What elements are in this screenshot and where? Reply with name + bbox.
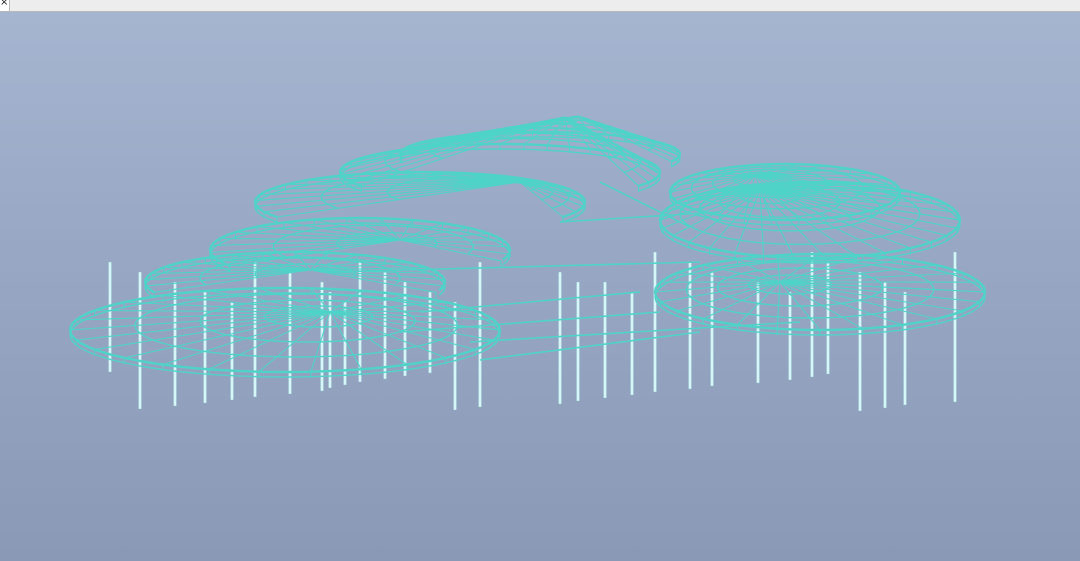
radial-rafter — [277, 181, 521, 218]
column — [558, 271, 562, 405]
column — [173, 281, 177, 407]
app-window: × — [0, 0, 1080, 561]
radial-rafter — [759, 189, 857, 257]
radial-rafter — [399, 239, 509, 255]
column — [858, 271, 862, 412]
edge-beam — [69, 292, 501, 378]
roof-fan-7 — [653, 252, 987, 336]
radial-rafter — [94, 311, 331, 351]
close-icon[interactable]: × — [0, 0, 8, 9]
document-tab-bar: × — [0, 0, 1080, 12]
column — [810, 251, 814, 378]
column — [358, 261, 362, 383]
column — [883, 281, 887, 409]
column — [710, 271, 714, 387]
roof-fan-8 — [658, 180, 962, 264]
radial-rafter — [379, 217, 401, 241]
connector-beam — [399, 311, 661, 333]
radial-rafter — [779, 272, 963, 283]
edge-beam — [254, 176, 586, 223]
structural-frame-model — [68, 115, 987, 412]
column — [576, 281, 580, 402]
3d-model-viewport[interactable] — [0, 12, 1080, 561]
column — [203, 291, 207, 404]
column — [653, 251, 657, 393]
column — [230, 301, 234, 401]
columns-group — [108, 251, 957, 412]
column — [630, 291, 634, 396]
roof-fan-6 — [398, 115, 682, 168]
column — [903, 291, 907, 406]
document-tab[interactable]: × — [0, 0, 10, 11]
column — [288, 271, 292, 395]
connector-beam — [559, 211, 721, 223]
radial-rafter — [759, 189, 765, 257]
roof-fan-4 — [253, 170, 587, 223]
radial-rafter — [564, 116, 660, 175]
connector-beam — [479, 331, 701, 361]
connector-beam — [419, 291, 641, 313]
radial-rafter — [703, 264, 781, 283]
column — [478, 261, 482, 408]
roof-frame-group — [68, 115, 987, 378]
column — [138, 271, 142, 410]
column — [603, 281, 607, 399]
roof-fan-1 — [68, 286, 502, 378]
